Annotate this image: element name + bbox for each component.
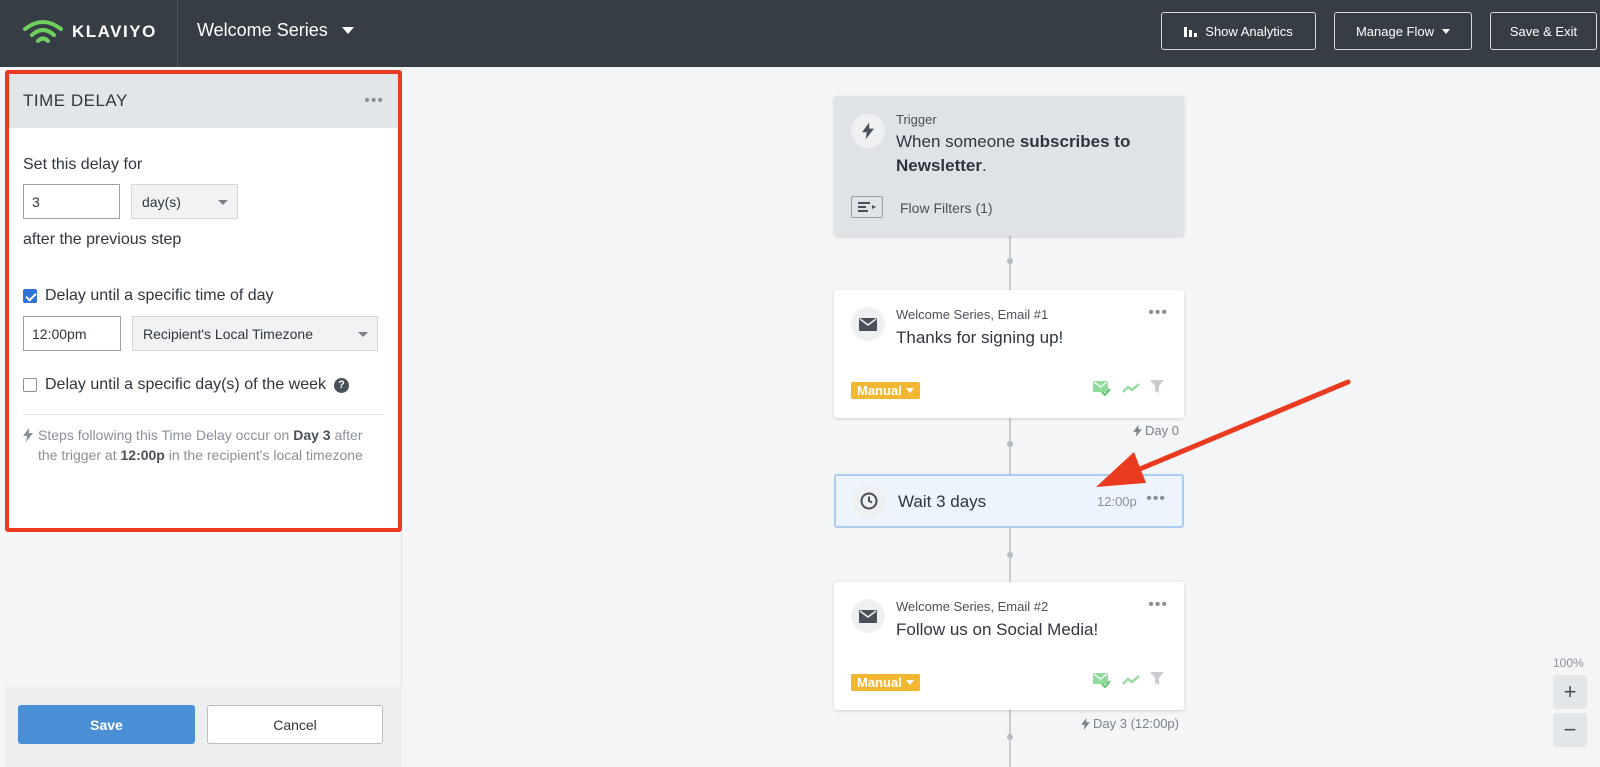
zoom-in-button[interactable]: + bbox=[1553, 675, 1587, 709]
annotation-arrow bbox=[1096, 379, 1351, 487]
zoom-out-button[interactable]: − bbox=[1553, 713, 1587, 747]
zoom-level: 100% bbox=[1553, 656, 1584, 670]
